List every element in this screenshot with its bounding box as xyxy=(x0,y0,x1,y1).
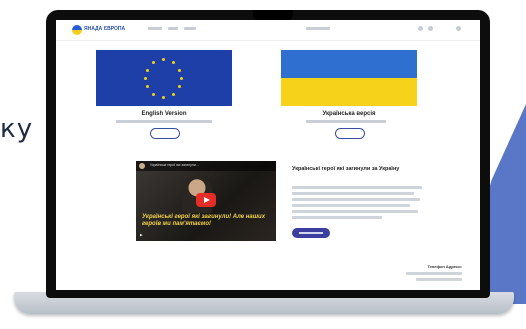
site-nav: ЯНАДА ЄВРОПА xyxy=(56,20,480,41)
contact-line xyxy=(406,272,462,275)
camera-notch xyxy=(253,10,293,20)
contact-title: Телефон Адреси: xyxy=(427,264,462,269)
menu-icon[interactable] xyxy=(456,26,461,31)
promo-heading: Українські герої які загинули за Україну xyxy=(292,166,400,172)
nav-link-1[interactable] xyxy=(148,27,162,30)
flag-star xyxy=(172,61,175,64)
cart-icon[interactable] xyxy=(428,26,433,31)
ukraine-flag-image[interactable] xyxy=(281,50,417,106)
nav-link-4[interactable] xyxy=(306,27,330,30)
english-button[interactable] xyxy=(150,128,180,139)
flag-star xyxy=(146,85,149,88)
promo-text-line xyxy=(292,186,422,189)
contact-line xyxy=(416,278,462,281)
promo-text-line xyxy=(292,204,410,207)
flag-star xyxy=(144,77,147,80)
flag-star xyxy=(180,77,183,80)
channel-avatar[interactable] xyxy=(139,163,145,169)
flag-star xyxy=(152,61,155,64)
laptop-bezel: ЯНАДА ЄВРОПА English Version Українська … xyxy=(46,10,490,298)
nav-link-3[interactable] xyxy=(184,27,196,30)
promo-text-line xyxy=(292,216,382,219)
laptop-screen: ЯНАДА ЄВРОПА English Version Українська … xyxy=(56,20,480,290)
english-description xyxy=(116,120,212,123)
promo-text-line xyxy=(292,198,420,201)
video-embed[interactable]: Українські герої які загинули... Українс… xyxy=(136,161,276,241)
site-logo-text[interactable]: ЯНАДА ЄВРОПА xyxy=(84,26,125,32)
play-button-icon[interactable] xyxy=(196,193,216,207)
logo-icon[interactable] xyxy=(72,25,82,35)
flag-star xyxy=(146,69,149,72)
nav-link-2[interactable] xyxy=(168,27,178,30)
flag-star xyxy=(178,69,181,72)
flag-star xyxy=(172,93,175,96)
ukrainian-version-title: Українська версія xyxy=(322,111,376,117)
flag-star xyxy=(178,85,181,88)
youtube-watch-bar[interactable]: ▶ xyxy=(140,233,143,237)
flag-star xyxy=(162,96,165,99)
video-header: Українські герої які загинули... xyxy=(136,161,276,171)
search-icon[interactable] xyxy=(418,26,423,31)
promo-cta-button[interactable] xyxy=(292,228,330,238)
side-text: ку xyxy=(0,114,34,144)
promo-text-line xyxy=(292,210,418,213)
english-version-title: English Version xyxy=(141,111,187,117)
eu-flag-image[interactable] xyxy=(96,50,232,106)
promo-text-line xyxy=(292,192,414,195)
flag-star xyxy=(152,93,155,96)
ukrainian-description xyxy=(306,120,386,123)
flag-star xyxy=(162,58,165,61)
video-caption: Українські герої які загинули! Але наших… xyxy=(142,214,266,227)
video-title[interactable]: Українські герої які загинули... xyxy=(150,163,199,167)
ukrainian-button[interactable] xyxy=(335,128,365,139)
